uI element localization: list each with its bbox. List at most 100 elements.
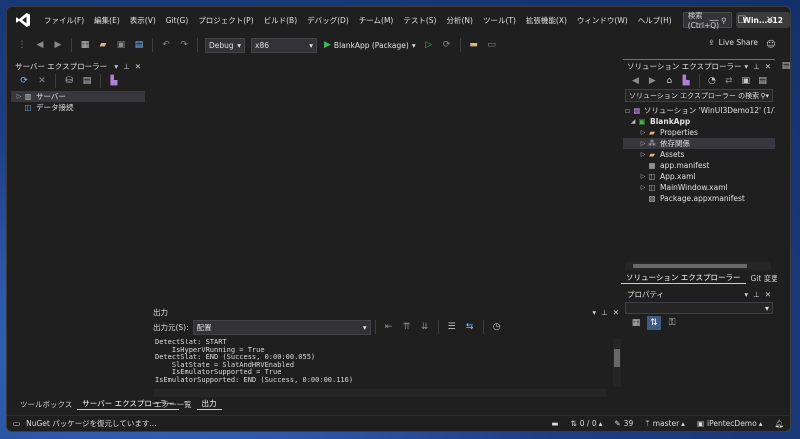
show-all-files-icon[interactable]: ▤ <box>756 74 769 88</box>
layout-icon[interactable]: ▭ <box>485 38 499 52</box>
dropdown-icon[interactable]: ▾ <box>114 62 118 71</box>
close-icon[interactable]: ✕ <box>613 308 619 317</box>
previous-message-icon[interactable]: ⇈ <box>400 320 414 334</box>
hot-reload-icon[interactable]: ⟳ <box>440 38 454 52</box>
pending-edits[interactable]: ✎ 39 <box>614 419 633 428</box>
menu-build[interactable]: ビルド(B) <box>259 15 303 26</box>
sync-icon[interactable]: ⇄ <box>722 74 735 88</box>
dropdown-icon[interactable]: ▾ <box>744 290 748 299</box>
collapse-icon[interactable]: ◢ <box>629 118 637 125</box>
close-icon[interactable]: ✕ <box>135 62 141 71</box>
pin-icon[interactable]: ⊥ <box>123 62 130 71</box>
branch-selector[interactable]: ᛘ master ▴ <box>645 419 685 428</box>
close-button[interactable]: ✕ <box>756 7 784 33</box>
pin-icon[interactable]: ⊥ <box>753 62 760 71</box>
home-icon[interactable]: ⌂ <box>663 74 676 88</box>
go-to-error-icon[interactable]: ⇤ <box>382 320 396 334</box>
navigate-back-icon[interactable]: ◀ <box>33 38 47 52</box>
undo-icon[interactable]: ↶ <box>159 38 173 52</box>
menu-help[interactable]: ヘルプ(H) <box>633 15 677 26</box>
new-project-icon[interactable]: ▦ <box>78 38 92 52</box>
feedback-icon[interactable]: ☺ <box>764 38 778 52</box>
save-all-icon[interactable]: ▤ <box>132 38 146 52</box>
azure-icon[interactable]: ▙ <box>107 74 121 88</box>
menu-extensions[interactable]: 拡張機能(X) <box>521 15 572 26</box>
output-status-icon[interactable]: ▭ <box>13 419 20 428</box>
tab-toolbox[interactable]: ツールボックス <box>15 398 77 410</box>
clear-all-icon[interactable]: ☰ <box>445 320 459 334</box>
solution-search-input[interactable]: ソリューション エクスプローラー の検索 (Ctrl+;) ⚲▾ <box>625 89 773 102</box>
tree-item-project[interactable]: ◢ ▣ BlankApp <box>623 116 775 127</box>
refresh-icon[interactable]: ⟳ <box>17 74 31 88</box>
repository-selector[interactable]: ▣ iPentecDemo ▴ <box>697 419 763 428</box>
expand-icon[interactable]: ▷ <box>639 173 647 180</box>
tree-item-data-connections[interactable]: ◫ データ接続 <box>11 102 145 113</box>
next-message-icon[interactable]: ⇊ <box>418 320 432 334</box>
expand-icon[interactable]: ▷ <box>15 93 23 100</box>
scrollbar-thumb[interactable] <box>614 349 620 367</box>
browser-link-icon[interactable]: ▬ <box>467 38 481 52</box>
save-icon[interactable]: ▣ <box>114 38 128 52</box>
redo-icon[interactable]: ↷ <box>177 38 191 52</box>
start-debugging-button[interactable]: ▶ BlankApp (Package) ▾ <box>324 40 416 50</box>
maximize-button[interactable]: ☐ <box>728 7 756 33</box>
dropdown-icon[interactable]: ▾ <box>592 308 596 317</box>
configuration-dropdown[interactable]: Debug ▾ <box>205 37 245 53</box>
dropdown-icon[interactable]: ▾ <box>744 62 748 71</box>
expand-icon[interactable]: ▷ <box>639 184 647 191</box>
sync-status[interactable]: ⇅ 0 / 0 ▴ <box>570 419 602 428</box>
notification-bell-icon[interactable]: 🔔︎ <box>774 419 784 428</box>
property-pages-icon[interactable]: ⚿ <box>665 316 679 330</box>
tab-output[interactable]: 出力 <box>196 398 222 410</box>
expand-icon[interactable]: ▷ <box>639 151 647 158</box>
output-source-dropdown[interactable]: 配置 ▾ <box>192 319 371 335</box>
scrollbar-thumb[interactable] <box>633 264 747 268</box>
switch-views-icon[interactable]: ▙ <box>680 74 693 88</box>
categorized-icon[interactable]: ▦ <box>629 316 643 330</box>
menu-debug[interactable]: デバッグ(D) <box>302 15 354 26</box>
alphabetical-icon[interactable]: ⇅ <box>647 316 661 330</box>
menu-test[interactable]: テスト(S) <box>398 15 441 26</box>
solution-horizontal-scrollbar[interactable] <box>625 262 771 270</box>
menu-git[interactable]: Git(G) <box>161 16 194 25</box>
tree-item-app-manifest[interactable]: ▦ app.manifest <box>623 160 775 171</box>
word-wrap-icon[interactable]: ⇆ <box>463 320 477 334</box>
start-without-debugging-icon[interactable]: ▷ <box>422 38 436 52</box>
stop-icon[interactable]: ✕ <box>35 74 49 88</box>
connect-database-icon[interactable]: ⛁ <box>62 74 76 88</box>
close-icon[interactable]: ✕ <box>765 290 771 299</box>
tree-item-assets[interactable]: ▷ ▰ Assets <box>623 149 775 160</box>
tree-item-app-xaml[interactable]: ▷ ◫ App.xaml <box>623 171 775 182</box>
back-icon[interactable]: ◀ <box>629 74 642 88</box>
tree-item-package-manifest[interactable]: ▧ Package.appxmanifest <box>623 193 775 204</box>
properties-object-selector[interactable]: ▾ <box>625 302 773 314</box>
open-folder-icon[interactable]: ▰ <box>96 38 110 52</box>
menu-analyze[interactable]: 分析(N) <box>442 15 478 26</box>
navigate-forward-icon[interactable]: ▶ <box>51 38 65 52</box>
menu-file[interactable]: ファイル(F) <box>39 15 89 26</box>
platform-dropdown[interactable]: x86 ▾ <box>251 37 317 53</box>
tree-item-mainwindow-xaml[interactable]: ▷ ◫ MainWindow.xaml <box>623 182 775 193</box>
expand-icon[interactable]: ▷ <box>639 129 647 136</box>
collapse-all-icon[interactable]: ▣ <box>739 74 752 88</box>
close-icon[interactable]: ✕ <box>765 62 771 71</box>
live-share-button[interactable]: ⇪ Live Share <box>708 38 758 47</box>
tree-item-properties[interactable]: ▷ ▰ Properties <box>623 127 775 138</box>
menu-window[interactable]: ウィンドウ(W) <box>572 15 633 26</box>
pin-icon[interactable]: ⊥ <box>753 290 760 299</box>
output-text-area[interactable]: DetectSlat: START IsHyperVRunning = True… <box>149 339 613 389</box>
menu-tools[interactable]: ツール(T) <box>478 15 521 26</box>
output-vertical-scrollbar[interactable] <box>613 339 621 387</box>
pending-changes-filter-icon[interactable]: ◔ <box>705 74 718 88</box>
connect-server-icon[interactable]: ▤ <box>80 74 94 88</box>
menu-edit[interactable]: 編集(E) <box>89 15 125 26</box>
notifications-panel-icon[interactable]: ▤ <box>779 59 790 73</box>
tab-solution-explorer[interactable]: ソリューション エクスプローラー <box>621 272 746 284</box>
forward-icon[interactable]: ▶ <box>646 74 659 88</box>
menu-team[interactable]: チーム(M) <box>354 15 399 26</box>
expand-icon[interactable]: ▷ <box>639 140 647 147</box>
tree-item-servers[interactable]: ▷ ▥ サーバー <box>11 91 145 102</box>
menu-project[interactable]: プロジェクト(P) <box>193 15 258 26</box>
menu-view[interactable]: 表示(V) <box>125 15 161 26</box>
pin-icon[interactable]: ⊥ <box>601 308 608 317</box>
